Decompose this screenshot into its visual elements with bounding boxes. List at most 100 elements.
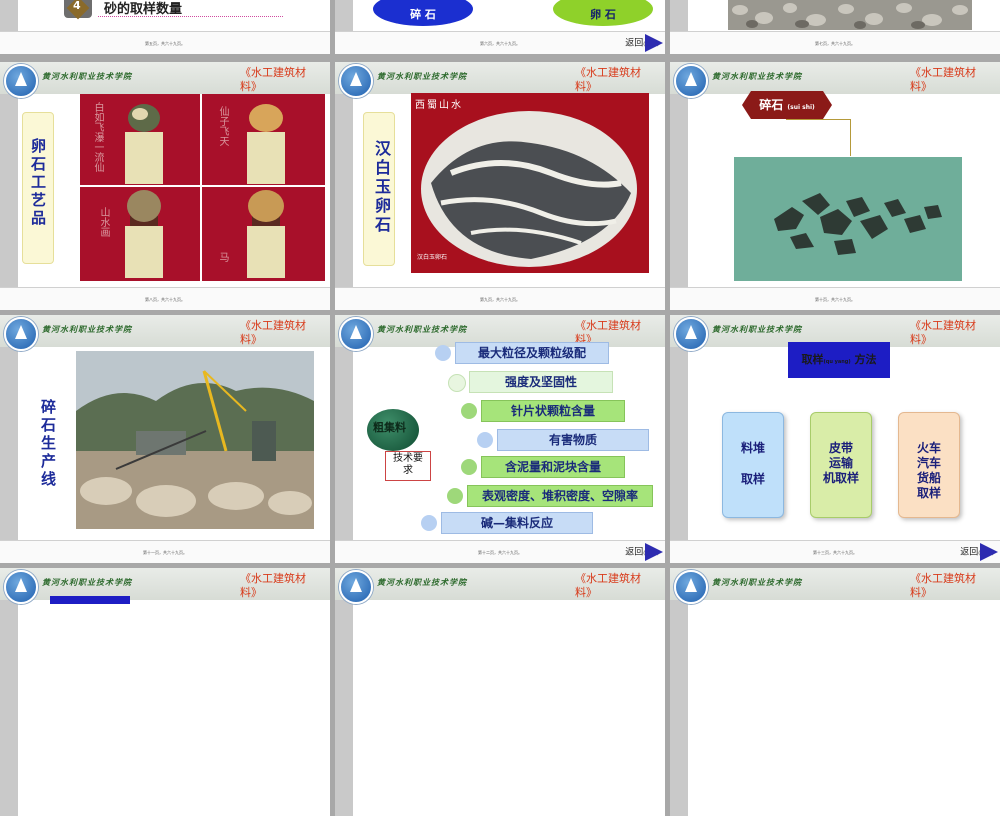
page-number: 第八页，共六十九页。 bbox=[145, 297, 185, 302]
photo-caption: 汉白玉卵石 bbox=[417, 254, 448, 261]
slide-footer: 第十页，共六十九页。 bbox=[670, 287, 1000, 310]
gravel-tag: 碎石 (sui shi) bbox=[742, 91, 832, 119]
school-name: 黄河水利职业技术学院 bbox=[712, 577, 802, 587]
bullet-dot bbox=[461, 403, 477, 419]
slide-thumb-13[interactable]: 黄河水利职业技术学院 《水工建筑材料》 取样(qu yang) 方法 料堆 取样 皮… bbox=[670, 315, 1000, 563]
vertical-title: 卵石工艺品 bbox=[29, 138, 47, 228]
page-number: 第五页，共六十九页。 bbox=[145, 41, 185, 46]
course-title: 《水工建筑材料》 bbox=[910, 319, 976, 346]
bullet-dot bbox=[447, 488, 463, 504]
requirement-item[interactable]: 有害物质 bbox=[497, 429, 649, 451]
tag-connector bbox=[786, 119, 851, 156]
requirement-item[interactable]: 最大粒径及颗粒级配 bbox=[455, 342, 609, 364]
school-name: 黄河水利职业技术学院 bbox=[712, 324, 802, 334]
back-button[interactable]: 返回(back) bbox=[625, 34, 663, 52]
school-logo-icon bbox=[339, 64, 373, 98]
slide-thumb-10[interactable]: 黄河水利职业技术学院 《水工建筑材料》 碎石 (sui shi) 第十页，共六十九… bbox=[670, 62, 1000, 310]
slide-thumb-5[interactable]: 4 砂的取样数量 第五页，共六十九页。 bbox=[0, 0, 330, 54]
pebble-pile-photo bbox=[728, 0, 972, 30]
requirement-item[interactable]: 碱—集料反应 bbox=[441, 512, 593, 534]
bullet-dot bbox=[461, 459, 477, 475]
school-logo-icon bbox=[4, 64, 38, 98]
slide-footer: 第十二页，共六十九页。 返回(back) bbox=[335, 540, 665, 563]
craft-caption-4: 马 bbox=[217, 252, 228, 262]
slide-thumb-6[interactable]: 碎 石 卵 石 第六页，共六十九页。 返回(back) bbox=[335, 0, 665, 54]
slide-left-bar bbox=[335, 568, 353, 816]
white-jade-pebble-photo bbox=[411, 93, 649, 273]
blue-header-box bbox=[50, 596, 130, 604]
back-button[interactable]: 返回(back) bbox=[625, 543, 663, 561]
slide-left-bar bbox=[0, 62, 18, 310]
slide-left-bar bbox=[670, 315, 688, 563]
crushing-line-photo bbox=[76, 351, 314, 529]
coarse-aggregate-label: 粗集料 bbox=[373, 421, 406, 434]
slide-header: 黄河水利职业技术学院 《水工建筑材料》 bbox=[0, 62, 330, 98]
page-number: 第九页，共六十九页。 bbox=[480, 297, 520, 302]
school-logo-icon bbox=[674, 570, 708, 604]
sampling-method-header: 取样(qu yang) 方法 bbox=[788, 342, 890, 378]
sampling-card-transport[interactable]: 火车 汽车 货船 取样 bbox=[898, 412, 960, 518]
slide-left-bar bbox=[0, 315, 18, 563]
gravel-tag-label: 碎石 bbox=[759, 98, 784, 112]
school-name: 黄河水利职业技术学院 bbox=[377, 71, 467, 81]
course-title: 《水工建筑材料》 bbox=[240, 319, 306, 346]
slide-left-bar bbox=[335, 315, 353, 563]
craft-caption-1: 白如飞瀑一流仙 bbox=[92, 102, 103, 172]
photo-title: 西蜀山水 bbox=[415, 100, 463, 111]
sampling-card-stockpile[interactable]: 料堆 取样 bbox=[722, 412, 784, 518]
oval-gravel: 碎 石 bbox=[373, 0, 473, 26]
craft-caption-3: 山水画 bbox=[98, 207, 109, 237]
slide-header: 黄河水利职业技术学院 《水工建筑材料》 bbox=[0, 315, 330, 351]
vertical-title: 碎石生产线 bbox=[39, 399, 57, 489]
slide-thumb-9[interactable]: 黄河水利职业技术学院 《水工建筑材料》 汉白玉卵石 西蜀山水 汉白玉卵石 第九页，… bbox=[335, 62, 665, 310]
oval-pebble: 卵 石 bbox=[553, 0, 653, 26]
slide-thumb-12[interactable]: 黄河水利职业技术学院 《水工建筑材料》 粗集料 技术要求 最大粒径及颗粒级配 强度… bbox=[335, 315, 665, 563]
back-arrow-icon bbox=[980, 543, 998, 561]
back-button[interactable]: 返回(back) bbox=[960, 543, 998, 561]
school-name: 黄河水利职业技术学院 bbox=[42, 71, 132, 81]
slide-left-bar bbox=[0, 568, 18, 816]
requirement-item[interactable]: 表观密度、堆积密度、空隙率 bbox=[467, 485, 653, 507]
school-logo-icon bbox=[339, 317, 373, 351]
school-name: 黄河水利职业技术学院 bbox=[42, 324, 132, 334]
school-logo-icon bbox=[4, 317, 38, 351]
slide-thumb-14[interactable]: 黄河水利职业技术学院 《水工建筑材料》 bbox=[0, 568, 330, 816]
vertical-title: 汉白玉卵石 bbox=[372, 140, 391, 235]
school-name: 黄河水利职业技术学院 bbox=[42, 577, 132, 587]
slide-thumb-11[interactable]: 黄河水利职业技术学院 《水工建筑材料》 碎石生产线 第十一页，共六十九页。 bbox=[0, 315, 330, 563]
page-number: 第十二页，共六十九页。 bbox=[478, 550, 522, 555]
slide-thumb-8[interactable]: 黄河水利职业技术学院 《水工建筑材料》 卵石工艺品 白如飞瀑一流仙 仙子飞天 山水… bbox=[0, 62, 330, 310]
number-text: 4 bbox=[73, 0, 81, 12]
slide-header: 黄河水利职业技术学院 《水工建筑材料》 bbox=[335, 568, 665, 604]
craft-caption-2: 仙子飞天 bbox=[217, 106, 228, 146]
slide-footer: 第八页，共六十九页。 bbox=[0, 287, 330, 310]
school-name: 黄河水利职业技术学院 bbox=[377, 324, 467, 334]
slide-header: 黄河水利职业技术学院 《水工建筑材料》 bbox=[670, 568, 1000, 604]
bullet-dot bbox=[448, 374, 466, 392]
page-number: 第十三页，共六十九页。 bbox=[813, 550, 857, 555]
slide-thumb-16[interactable]: 黄河水利职业技术学院 《水工建筑材料》 bbox=[670, 568, 1000, 816]
requirement-item[interactable]: 含泥量和泥块含量 bbox=[481, 456, 625, 478]
sampling-card-conveyor[interactable]: 皮带 运输 机取样 bbox=[810, 412, 872, 518]
slide-footer: 第五页，共六十九页。 bbox=[0, 31, 330, 54]
slide-thumb-7[interactable]: 第七页，共六十九页。 bbox=[670, 0, 1000, 54]
oval-gravel-label: 碎 石 bbox=[410, 8, 436, 21]
requirement-item[interactable]: 强度及坚固性 bbox=[469, 371, 613, 393]
course-title: 《水工建筑材料》 bbox=[575, 572, 641, 599]
crushed-stone-photo bbox=[734, 157, 962, 281]
slide-title: 砂的取样数量 bbox=[104, 2, 183, 17]
back-arrow-icon bbox=[645, 543, 663, 561]
course-title: 《水工建筑材料》 bbox=[575, 66, 641, 93]
course-title: 《水工建筑材料》 bbox=[910, 572, 976, 599]
pebble-craft-photos bbox=[80, 94, 325, 281]
school-name: 黄河水利职业技术学院 bbox=[712, 71, 802, 81]
slide-thumb-15[interactable]: 黄河水利职业技术学院 《水工建筑材料》 bbox=[335, 568, 665, 816]
slide-header: 黄河水利职业技术学院 《水工建筑材料》 bbox=[335, 62, 665, 98]
page-number: 第十页，共六十九页。 bbox=[815, 297, 855, 302]
slide-footer: 第九页，共六十九页。 bbox=[335, 287, 665, 310]
back-arrow-icon bbox=[645, 34, 663, 52]
requirement-item[interactable]: 针片状颗粒含量 bbox=[481, 400, 625, 422]
slide-left-bar bbox=[335, 62, 353, 310]
bullet-dot bbox=[435, 345, 451, 361]
slide-left-bar bbox=[670, 62, 688, 310]
